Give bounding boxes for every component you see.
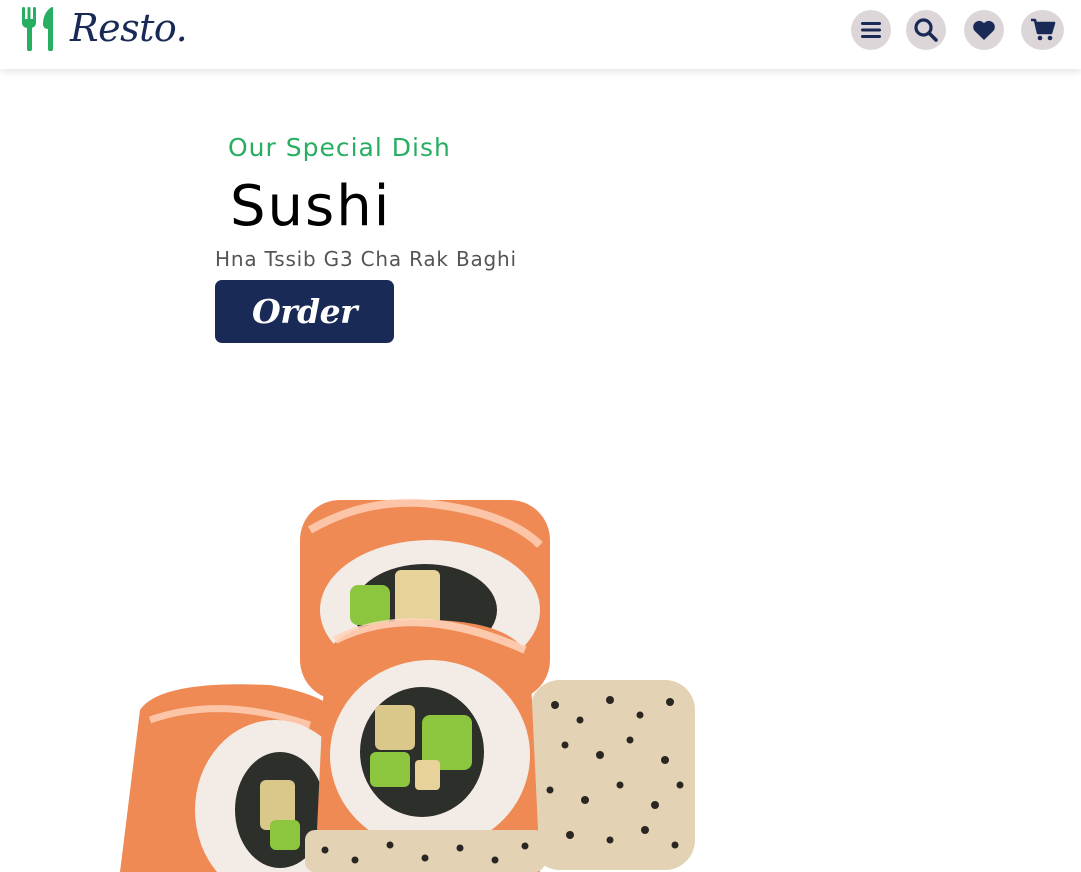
logo-text: Resto. <box>70 6 188 50</box>
sushi-rolls-image <box>110 490 750 872</box>
hero-subtitle: Hna Tssib G3 Cha Rak Baghi <box>215 247 517 271</box>
favorites-button[interactable] <box>964 10 1004 50</box>
order-now-button[interactable]: Order Now <box>215 280 394 394</box>
heart-icon <box>973 20 995 40</box>
search-button[interactable] <box>906 10 946 50</box>
logo-link[interactable]: Resto. <box>20 4 188 52</box>
site-header: Resto. <box>0 0 1081 69</box>
search-icon <box>914 18 938 42</box>
cart-icon <box>1030 18 1055 41</box>
hero-title: Sushi <box>230 174 392 239</box>
fork-spoon-icon <box>22 7 53 51</box>
hero-eyebrow: Our Special Dish <box>228 133 451 162</box>
cart-button[interactable] <box>1021 10 1064 50</box>
menu-icon <box>861 22 881 38</box>
menu-button[interactable] <box>851 10 891 50</box>
